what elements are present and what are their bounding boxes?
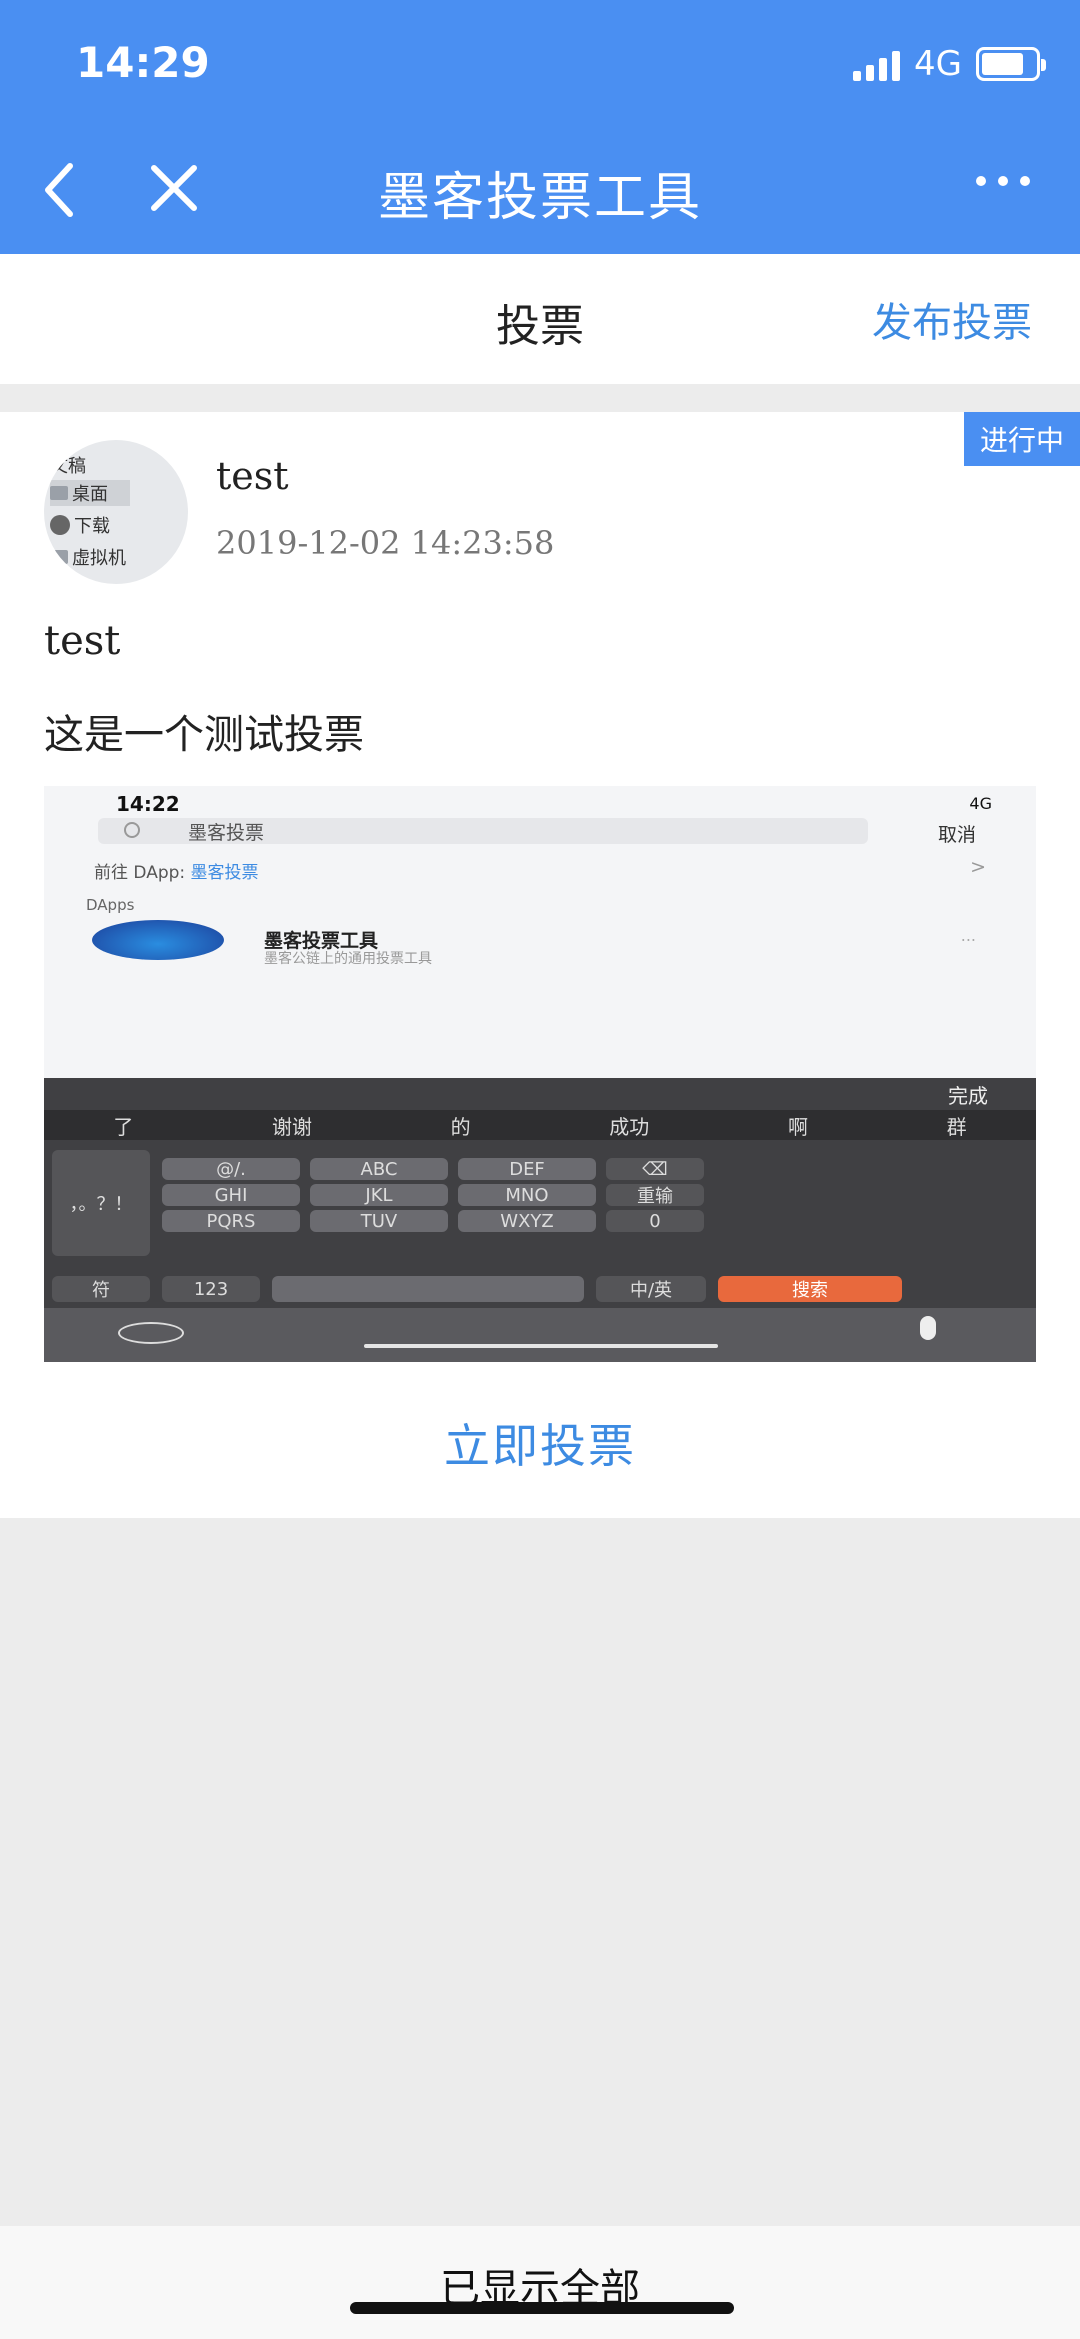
key-reenter: 重输 (606, 1184, 704, 1207)
suggestion: 的 (450, 1114, 471, 1139)
suggestion: 了 (113, 1114, 134, 1139)
vote-image[interactable]: 14:22 4G 墨客投票 取消 前往 DApp: 墨客投票 > DApps 墨… (44, 786, 1036, 1362)
image-search-text: 墨客投票 (188, 822, 265, 844)
more-icon[interactable] (976, 176, 1030, 186)
vote-description: 这是一个测试投票 (44, 712, 364, 758)
keyboard-done: 完成 (948, 1084, 988, 1108)
key-tuv: TUV (310, 1210, 448, 1232)
image-keyboard-bottom (44, 1308, 1036, 1362)
vote-card[interactable]: 进行中 文稿 桌面 下载 虚拟机 test 2019-12-02 14:23:5… (0, 412, 1080, 1518)
publish-vote-button[interactable]: 发布投票 (872, 290, 1032, 348)
key-search: 搜索 (718, 1276, 902, 1302)
key-wxyz: WXYZ (458, 1210, 596, 1232)
signal-icon (853, 47, 901, 81)
space-key (272, 1276, 584, 1302)
backspace-icon: ⌫ (606, 1158, 704, 1180)
suggestion: 群 (946, 1114, 967, 1139)
page-header: 投票 发布投票 (0, 254, 1080, 384)
more-icon: ... (960, 926, 976, 945)
avatar: 文稿 桌面 下载 虚拟机 (44, 440, 188, 584)
key-def: DEF (458, 1158, 596, 1180)
key-jkl: JKL (310, 1184, 448, 1206)
network-type: 4G (914, 44, 962, 84)
key-pqrs: PQRS (162, 1210, 300, 1232)
list-footer: 已显示全部 (0, 2226, 1080, 2339)
suggestion: 谢谢 (271, 1114, 312, 1139)
key-mno: MNO (458, 1184, 596, 1206)
key-punct: @/. (162, 1158, 300, 1180)
suggestion: 成功 (609, 1114, 650, 1139)
microphone-icon (920, 1316, 936, 1340)
status-indicators: 4G (853, 44, 1046, 84)
image-status-network: 4G (969, 794, 992, 813)
globe-icon (118, 1322, 184, 1344)
image-cancel-label: 取消 (937, 824, 976, 846)
vote-title: test (44, 618, 121, 664)
home-indicator (350, 2302, 734, 2314)
image-status-time: 14:22 (116, 792, 180, 816)
status-badge: 进行中 (964, 412, 1080, 466)
key-punctuation-list: ，。？！ (52, 1150, 150, 1256)
avatar-item: 虚拟机 (72, 548, 126, 569)
avatar-item: 下载 (74, 516, 110, 537)
avatar-item: 桌面 (72, 484, 108, 505)
key-abc: ABC (310, 1158, 448, 1180)
image-goto-row: 前往 DApp: 墨客投票 (94, 863, 259, 883)
search-icon (124, 822, 140, 838)
key-language: 中/英 (596, 1276, 706, 1302)
top-bar: 14:29 4G 墨客投票工具 (0, 0, 1080, 254)
chevron-right-icon: > (970, 856, 986, 878)
key-ghi: GHI (162, 1184, 300, 1206)
image-app-desc: 墨客公链上的通用投票工具 (264, 951, 432, 967)
keyboard-suggestions: 了 谢谢 的 成功 啊 群 (44, 1110, 1036, 1140)
battery-icon (976, 47, 1046, 81)
image-section-label: DApps (86, 896, 135, 914)
nav-title: 墨客投票工具 (377, 168, 702, 228)
app-icon (92, 920, 224, 960)
vote-now-button[interactable]: 立即投票 (0, 1410, 1080, 1476)
user-name: test (216, 454, 289, 498)
suggestion: 啊 (787, 1114, 808, 1139)
status-time: 14:29 (76, 38, 210, 87)
avatar-item: 文稿 (50, 456, 86, 477)
key-zero: 0 (606, 1210, 704, 1232)
key-number: 123 (162, 1276, 260, 1302)
image-home-indicator (364, 1344, 718, 1348)
key-symbols: 符 (52, 1276, 150, 1302)
post-timestamp: 2019-12-02 14:23:58 (216, 524, 555, 562)
